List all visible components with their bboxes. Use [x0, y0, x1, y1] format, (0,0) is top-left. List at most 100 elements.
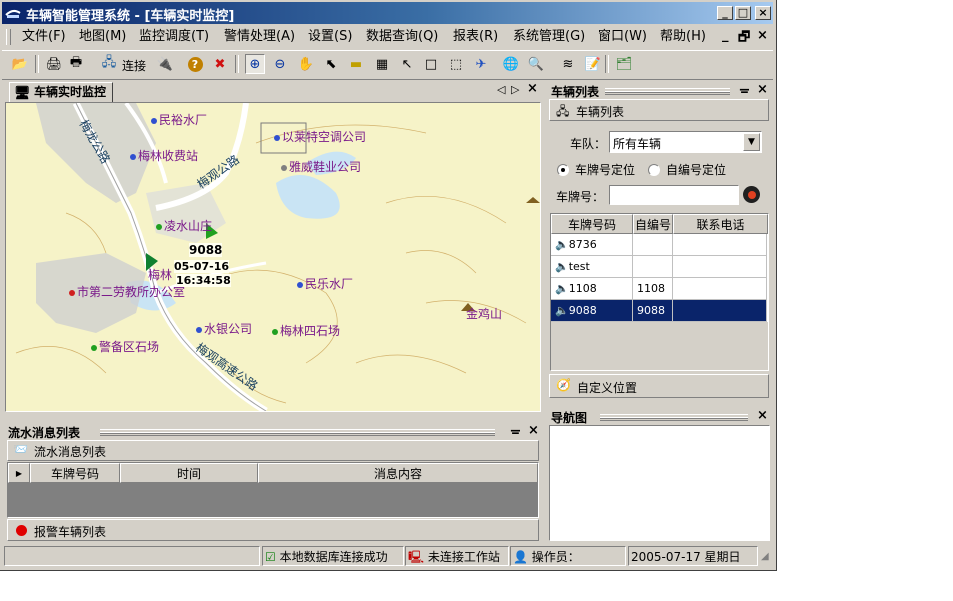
selfno-cell — [633, 234, 673, 255]
title-bar[interactable]: 车辆智能管理系统 - [车辆实时监控] _ □ × — [2, 2, 773, 24]
pan-button[interactable]: ✋ — [296, 54, 316, 74]
pointer-button[interactable]: ↖ — [397, 54, 417, 74]
mdi-restore-button[interactable]: 🗗 — [738, 28, 750, 50]
menu-alarm[interactable]: 警情处理(A) — [224, 28, 295, 46]
map-label: 梅林收费站 — [130, 147, 198, 164]
rectangle-button[interactable]: □ — [421, 54, 441, 74]
locate-button[interactable]: ✈ — [471, 54, 491, 74]
search-map-button[interactable]: 🔍 — [526, 54, 546, 74]
pin-icon[interactable]: ᚚ — [511, 423, 520, 437]
poi-icon — [69, 289, 75, 296]
locate-search-button[interactable] — [743, 186, 760, 203]
grid-button[interactable]: ▦ — [372, 54, 392, 74]
flow-panel-close-icon[interactable]: × — [528, 423, 539, 438]
radio-plate[interactable]: 车牌号定位 — [557, 161, 635, 178]
map-canvas — [15, 103, 540, 411]
map-view[interactable]: 民裕水厂 梅林收费站 以莱特空调公司 雅威鞋业公司 凌水山庄 梅林 市第二劳教所… — [5, 102, 541, 412]
minimize-button[interactable]: _ — [717, 6, 733, 20]
menu-map[interactable]: 地图(M) — [79, 28, 126, 46]
column-header[interactable]: 消息内容 — [258, 463, 538, 483]
zoom-out-button[interactable]: ⊖ — [270, 54, 290, 74]
edit-icon: 📝 — [584, 56, 602, 72]
poi-icon — [156, 223, 162, 230]
table-row-selected[interactable]: 🔈9088 9088 — [551, 300, 767, 322]
area-select-button[interactable]: ⬚ — [446, 54, 466, 74]
app-logo-icon — [5, 9, 21, 18]
column-header[interactable]: 车牌号码 — [30, 463, 120, 483]
menu-report[interactable]: 报表(R) — [453, 28, 498, 46]
main-window: 车辆智能管理系统 - [车辆实时监控] _ □ × 文件(F) 地图(M) 监控… — [0, 0, 777, 571]
radio-plate-label: 车牌号定位 — [575, 163, 636, 177]
tab-close-icon[interactable]: × — [527, 81, 538, 96]
close-icon: × — [758, 6, 768, 19]
mountain-marker — [526, 197, 540, 203]
custom-location-label: 自定义位置 — [577, 381, 638, 395]
workstation-disconnected-icon: 🖳 — [408, 550, 425, 564]
table-row[interactable]: 🔈1108 1108 — [551, 278, 767, 300]
pin-icon[interactable]: ᚚ — [740, 82, 749, 96]
connect-label[interactable]: 连接 — [122, 57, 146, 74]
panel-grip[interactable] — [605, 88, 730, 95]
edit-button[interactable]: 📝 — [583, 54, 603, 74]
tab-realtime-monitor[interactable]: 🖥 车辆实时监控 — [9, 82, 114, 103]
fleet-select[interactable]: 所有车辆 ▼ — [609, 131, 762, 153]
column-header[interactable]: 时间 — [120, 463, 258, 483]
column-header[interactable]: 车牌号码 — [551, 214, 633, 234]
alarm-red-dot-icon — [16, 525, 27, 536]
close-button[interactable]: × — [755, 6, 771, 20]
layers-icon: 🗂 — [615, 56, 633, 72]
open-button[interactable]: 📂 — [10, 54, 30, 74]
triangle-right-icon: ▶ — [15, 469, 23, 478]
alarm-list-tab[interactable]: 报警车辆列表 — [7, 519, 539, 541]
menu-monitor[interactable]: 监控调度(T) — [139, 28, 209, 46]
print-button[interactable]: 🖶 — [66, 54, 86, 74]
locate-icon: ✈ — [475, 56, 487, 72]
zoom-in-button[interactable]: ⊕ — [245, 54, 265, 74]
vehicle-grid: 车牌号码 自编号 联系电话 🔈8736 🔈test 🔈1108 1108 🔈90… — [550, 213, 769, 371]
chevron-down-icon[interactable]: ▼ — [743, 133, 760, 151]
tab-scroll-left-icon[interactable]: ◁ — [497, 83, 505, 96]
menu-system[interactable]: 系统管理(G) — [513, 28, 585, 46]
globe-button[interactable]: 🌐 — [501, 54, 521, 74]
route-button[interactable]: ≋ — [558, 54, 578, 74]
resize-grip-icon[interactable]: ◢ — [761, 551, 769, 562]
menu-window[interactable]: 窗口(W) — [598, 28, 647, 46]
panel-grip[interactable] — [100, 429, 495, 436]
column-header[interactable]: 联系电话 — [673, 214, 768, 234]
layers-button[interactable]: 🗂 — [614, 54, 634, 74]
print-preview-button[interactable]: 🖨 — [44, 54, 64, 74]
selfno-cell: 9088 — [633, 300, 673, 321]
table-row[interactable]: 🔈test — [551, 256, 767, 278]
menu-help[interactable]: 帮助(H) — [660, 28, 706, 46]
menu-file[interactable]: 文件(F) — [22, 28, 66, 46]
zoom-out-icon: ⊖ — [274, 56, 286, 72]
plate-input[interactable] — [609, 185, 739, 205]
menu-settings[interactable]: 设置(S) — [308, 28, 352, 46]
radio-selfno[interactable]: 自编号定位 — [648, 161, 726, 178]
cancel-button[interactable]: ✖ — [210, 54, 230, 74]
mdi-close-button[interactable]: × — [757, 28, 768, 43]
nav-map-view[interactable] — [549, 425, 770, 541]
search-globe-icon: 🔍 — [527, 56, 545, 72]
nav-panel-close-icon[interactable]: × — [757, 408, 768, 423]
vehicle-panel-close-icon[interactable]: × — [757, 82, 768, 97]
help-button[interactable]: ? — [185, 54, 205, 74]
measure-button[interactable]: ▬ — [346, 54, 366, 74]
map-label: 金鸡山 — [466, 307, 503, 321]
vehicle-date-label: 05-07-16 — [174, 260, 230, 273]
vehicle-list-tab[interactable]: 🖧 车辆列表 — [549, 99, 769, 121]
table-row[interactable]: 🔈8736 — [551, 234, 767, 256]
disconnect-button[interactable]: 🔌 — [155, 54, 175, 74]
menu-query[interactable]: 数据查询(Q) — [366, 28, 438, 46]
flow-list-tab[interactable]: 📨 流水消息列表 — [7, 440, 539, 461]
toolbar-separator — [605, 55, 609, 73]
column-header[interactable]: 自编号 — [633, 214, 673, 234]
maximize-button[interactable]: □ — [735, 6, 751, 20]
tab-scroll-right-icon[interactable]: ▷ — [511, 83, 519, 96]
mdi-minimize-button[interactable]: _ — [722, 28, 729, 43]
connect-button[interactable]: 🖧 — [99, 54, 119, 74]
panel-grip[interactable] — [600, 414, 748, 421]
select-button[interactable]: ⬉ — [321, 54, 341, 74]
custom-location-tab[interactable]: 🧭 自定义位置 — [549, 374, 769, 398]
poi-icon — [151, 117, 157, 124]
